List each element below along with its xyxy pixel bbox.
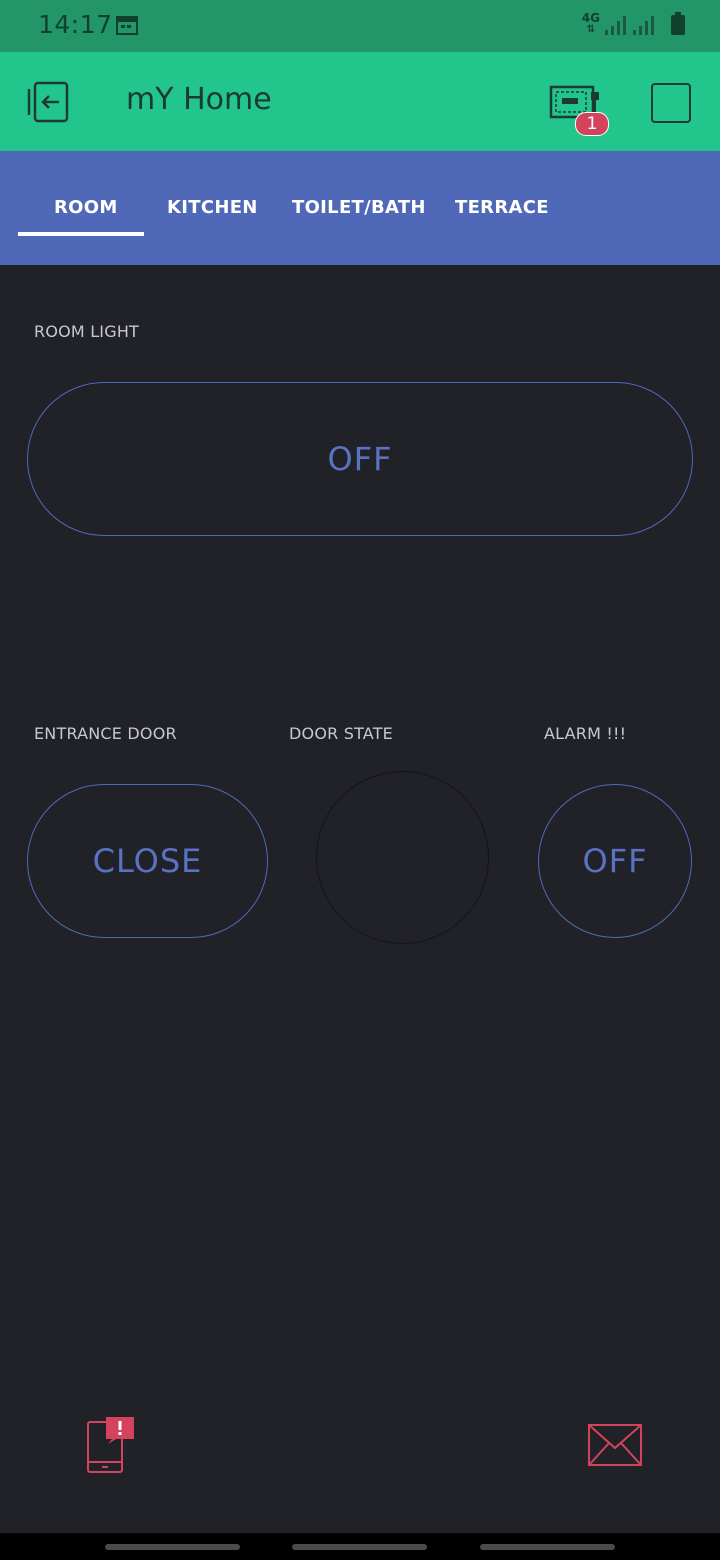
alarm-button[interactable]: OFF <box>538 784 692 938</box>
room-light-value: OFF <box>327 440 393 478</box>
nav-home[interactable] <box>292 1544 427 1550</box>
tab-bar: ROOM KITCHEN TOILET/BATH TERRACE <box>0 151 720 265</box>
mail-icon[interactable] <box>588 1424 642 1466</box>
device-button[interactable]: 1 <box>549 82 609 138</box>
calendar-icon <box>116 16 138 35</box>
app-bar: mY Home 1 <box>0 52 720 151</box>
room-light-label: ROOM LIGHT <box>34 322 140 341</box>
entrance-door-button[interactable]: CLOSE <box>27 784 268 938</box>
notification-badge: 1 <box>575 112 609 136</box>
tab-terrace[interactable]: TERRACE <box>455 197 549 218</box>
signal-2-icon <box>633 16 654 35</box>
room-light-button[interactable]: OFF <box>27 382 693 536</box>
system-nav-bar <box>0 1533 720 1560</box>
battery-icon <box>671 12 685 35</box>
tab-room[interactable]: ROOM <box>54 197 118 218</box>
exit-icon[interactable] <box>27 81 71 123</box>
alarm-value: OFF <box>582 842 648 880</box>
network-type-icon: 4G ⇅ <box>581 11 600 35</box>
app-title: mY Home <box>126 82 272 117</box>
status-bar: 14:17 4G ⇅ <box>0 0 720 52</box>
door-state-label: DOOR STATE <box>289 724 393 743</box>
phone-alert-icon[interactable] <box>86 1416 136 1474</box>
alarm-label: ALARM !!! <box>544 724 627 743</box>
entrance-door-value: CLOSE <box>92 842 203 880</box>
signal-icon <box>605 16 626 35</box>
stop-button[interactable] <box>651 83 691 123</box>
nav-recents[interactable] <box>480 1544 615 1550</box>
tab-kitchen[interactable]: KITCHEN <box>167 197 258 218</box>
entrance-door-label: ENTRANCE DOOR <box>34 724 177 743</box>
door-state-led <box>316 771 489 944</box>
status-time: 14:17 <box>38 10 113 39</box>
status-indicators: 4G ⇅ <box>582 12 686 36</box>
active-tab-indicator <box>18 232 144 236</box>
tab-toilet-bath[interactable]: TOILET/BATH <box>292 197 426 218</box>
nav-back[interactable] <box>105 1544 240 1550</box>
